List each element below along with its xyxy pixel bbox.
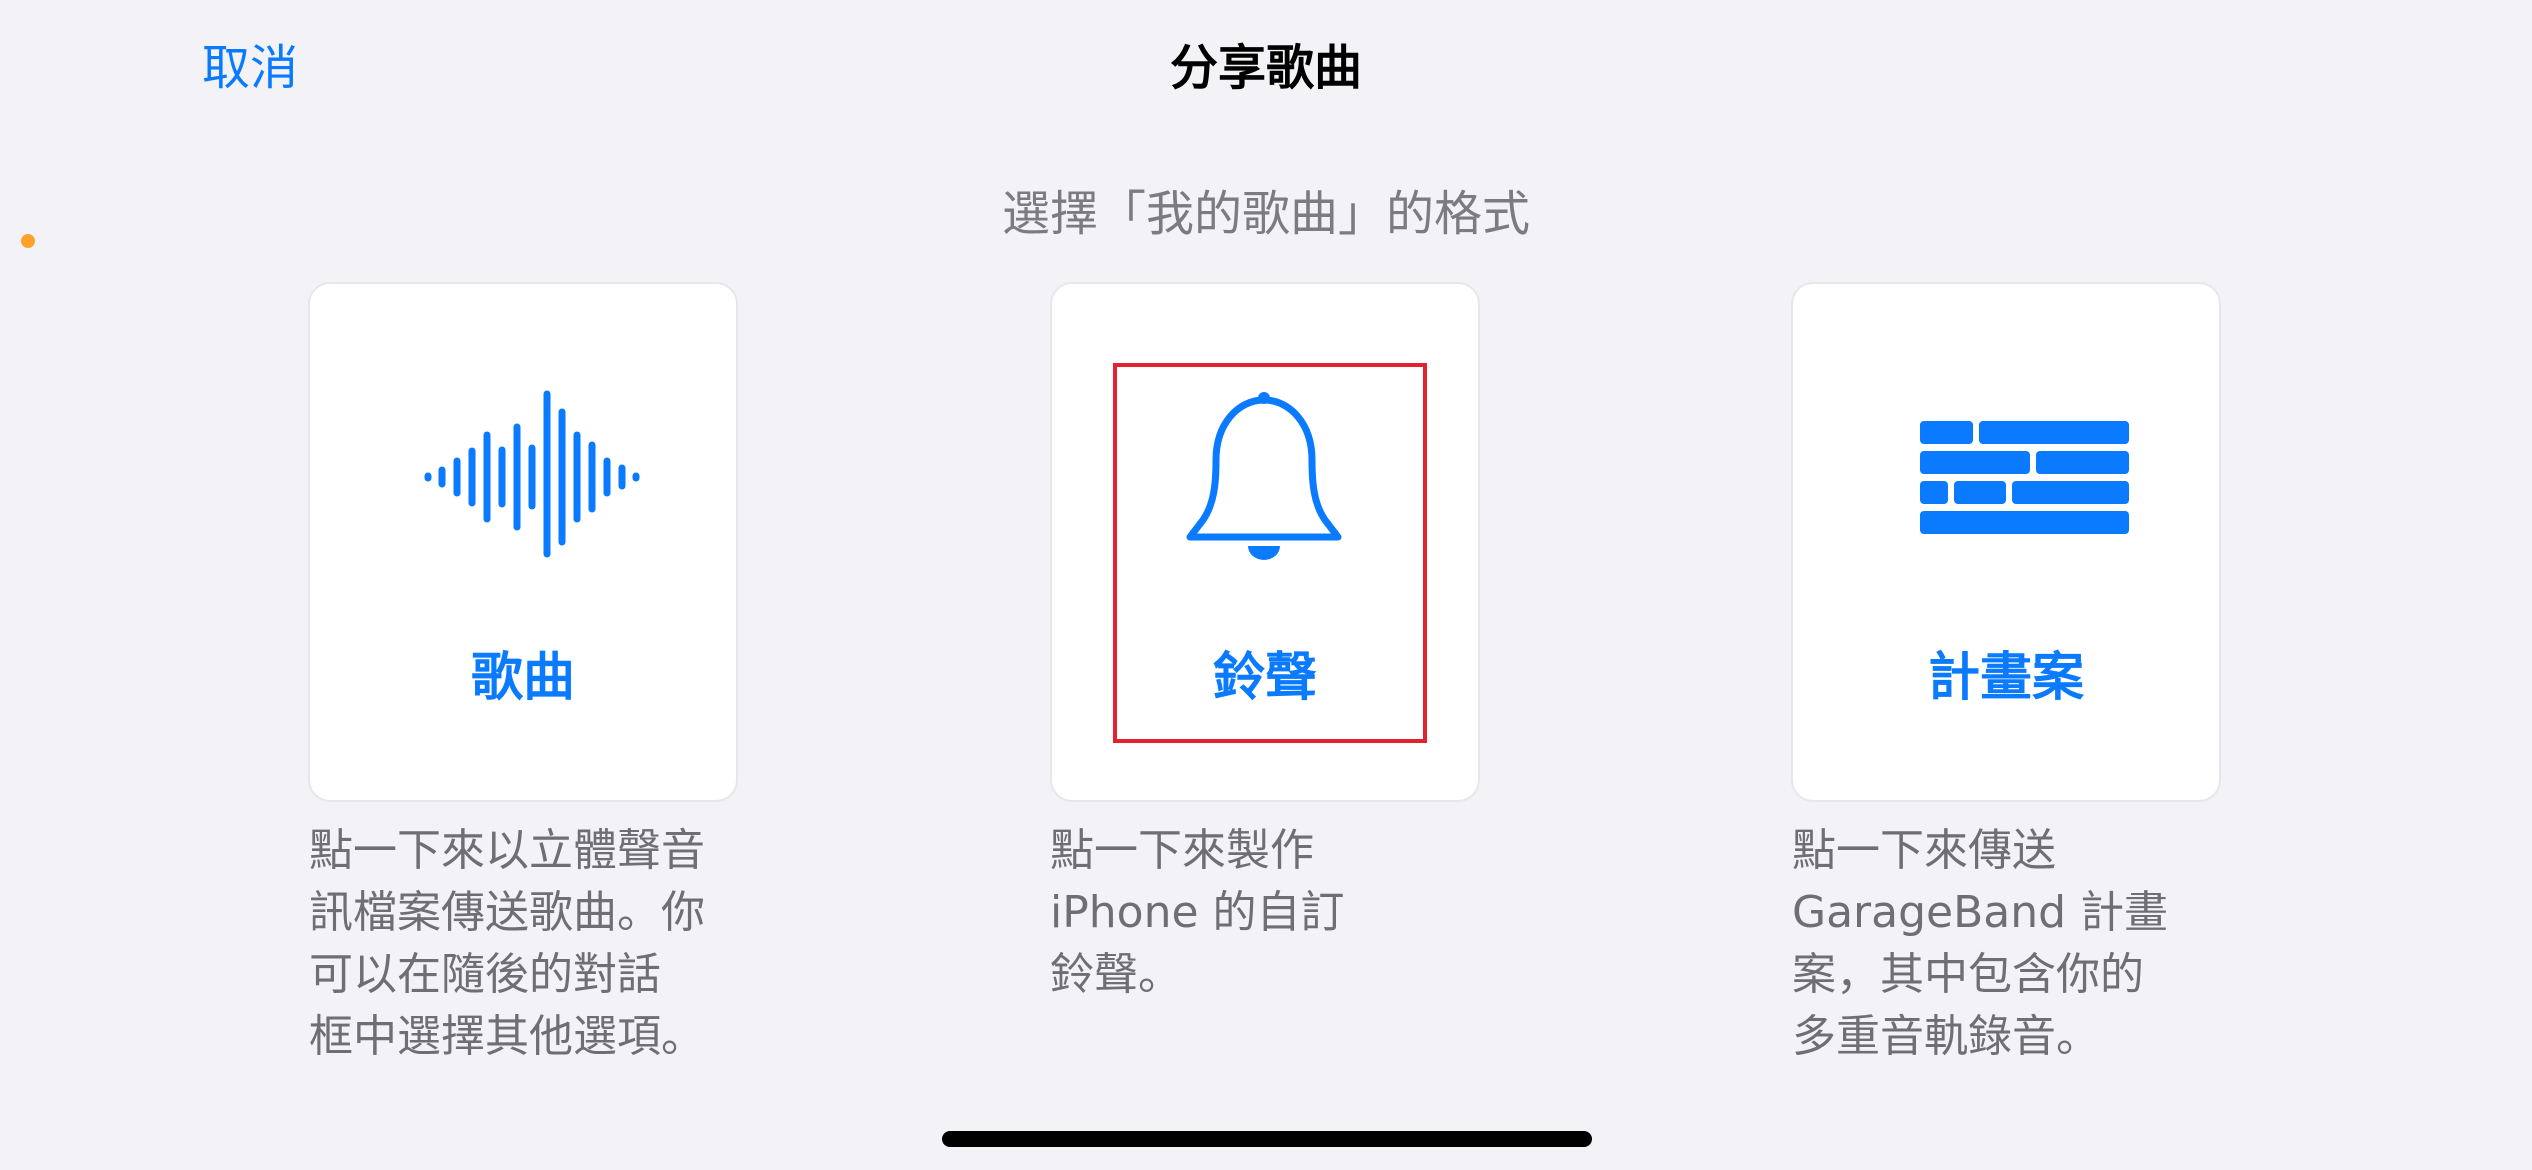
- ringtone-option-card[interactable]: 鈴聲: [1050, 282, 1480, 802]
- project-option-description: 點一下來傳送 GarageBand 計畫 案，其中包含你的 多重音軌錄音。: [1792, 825, 2169, 1062]
- home-indicator[interactable]: [942, 1131, 1592, 1147]
- format-subtitle: 選擇「我的歌曲」的格式: [1001, 186, 1530, 242]
- tracks-icon: [1920, 421, 2129, 534]
- song-option-card[interactable]: 歌曲: [308, 282, 738, 802]
- project-option-card[interactable]: 計畫案: [1791, 282, 2221, 802]
- ringtone-option-label: 鈴聲: [1212, 648, 1317, 708]
- project-option-label: 計畫案: [1927, 648, 2084, 708]
- page-title: 分享歌曲: [1169, 40, 1362, 96]
- ringtone-option-description: 點一下來製作 iPhone 的自訂 鈴聲。: [1050, 825, 1345, 1000]
- waveform-icon: [424, 390, 640, 558]
- song-option-label: 歌曲: [470, 648, 575, 708]
- song-option-description: 點一下來以立體聲音 訊檔案傳送歌曲。你 可以在隨後的對話 框中選擇其他選項。: [309, 825, 705, 1062]
- bell-icon: [1186, 392, 1342, 560]
